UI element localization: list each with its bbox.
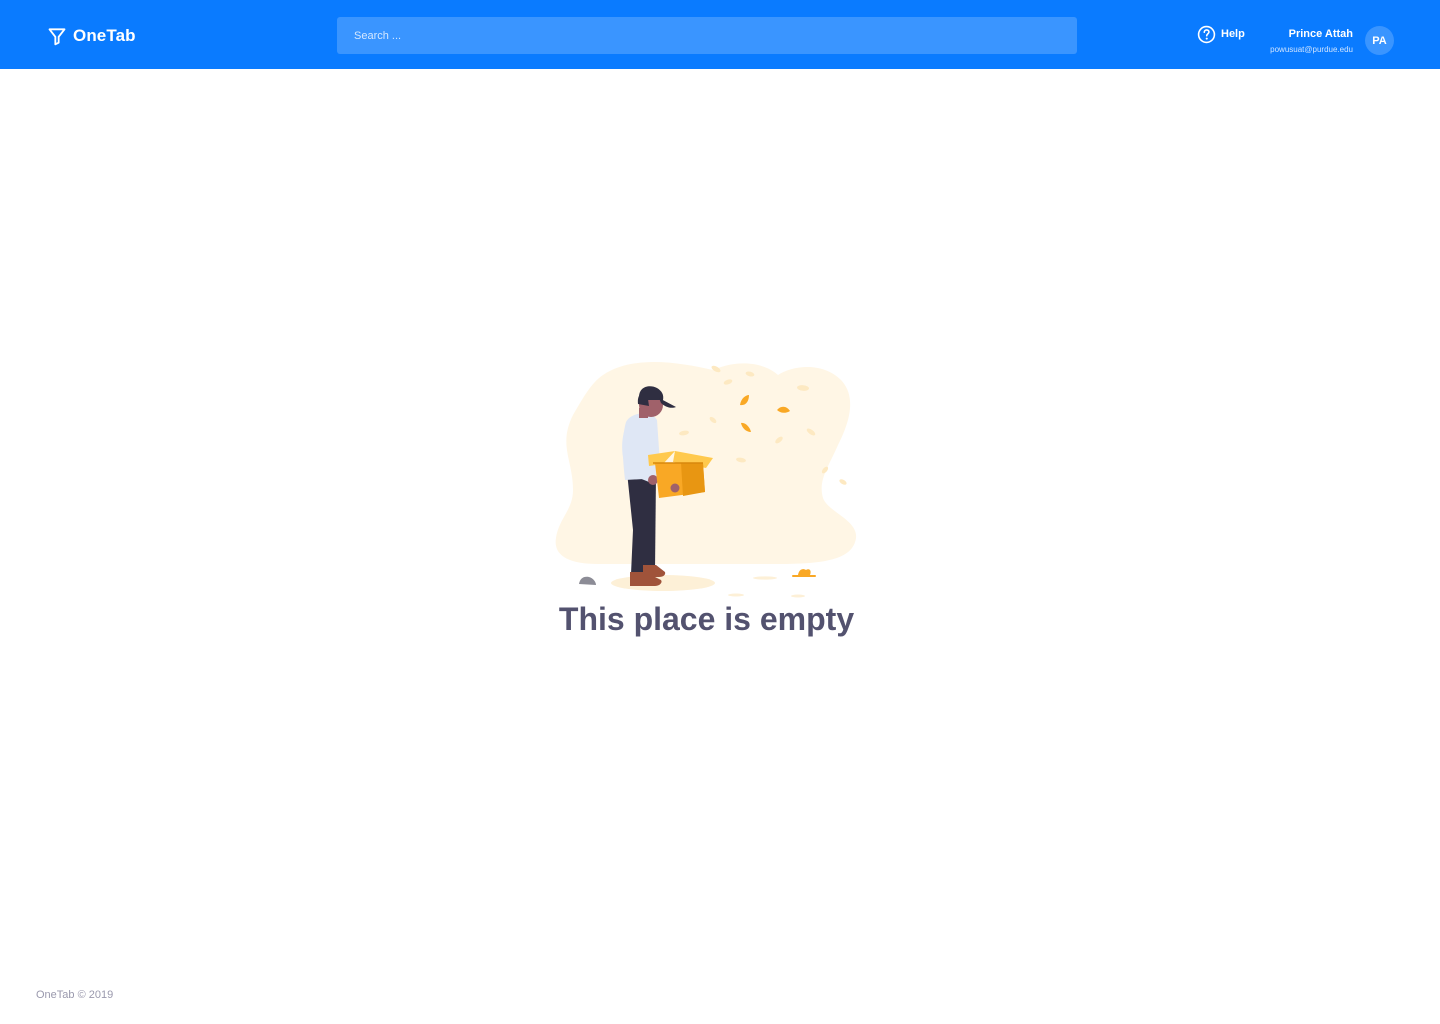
brand-logo-link[interactable]: OneTab	[47, 24, 136, 48]
search-input[interactable]	[337, 17, 1077, 54]
user-email: powusuat@purdue.edu	[1270, 45, 1353, 54]
help-button[interactable]: Help	[1197, 24, 1245, 44]
avatar[interactable]: PA	[1365, 26, 1394, 55]
footer-copyright: OneTab © 2019	[36, 989, 114, 1001]
user-info[interactable]: Prince Attah powusuat@purdue.edu	[1270, 27, 1353, 59]
person-holding-empty-box-illustration	[555, 361, 857, 598]
funnel-icon	[48, 28, 66, 46]
user-name: Prince Attah	[1288, 28, 1353, 40]
top-navigation-bar: OneTab Help Prince Attah powusuat@purdue…	[0, 0, 1440, 69]
brand-name: OneTab	[73, 26, 136, 45]
question-circle-icon	[1197, 25, 1216, 43]
empty-state-title: This place is empty	[558, 601, 855, 637]
help-label: Help	[1221, 28, 1245, 40]
